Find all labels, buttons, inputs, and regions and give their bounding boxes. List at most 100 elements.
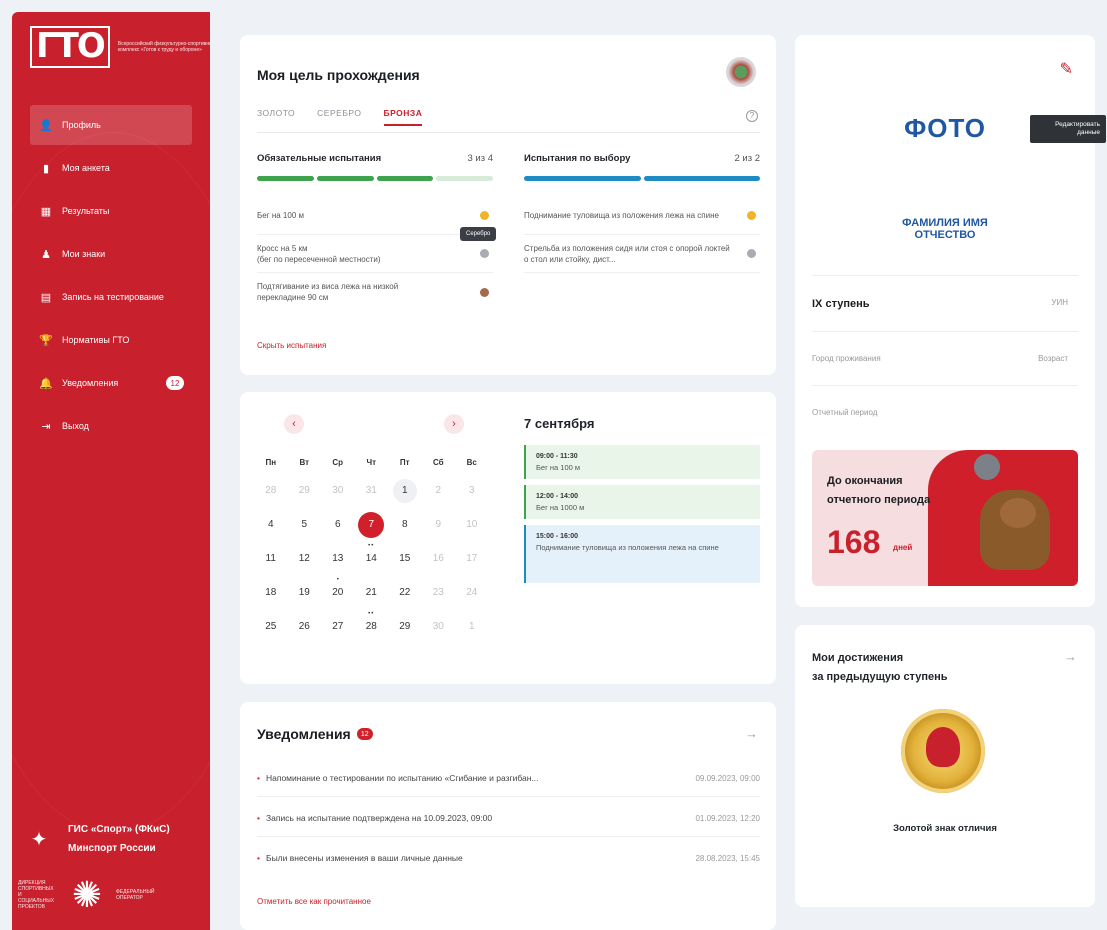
stage-label: IX ступень (812, 298, 870, 310)
test-row[interactable]: Стрельба из положения сидя или стоя с оп… (524, 235, 760, 273)
notification-text: Запись на испытание подтверждена на 10.0… (257, 800, 492, 836)
notification-row[interactable]: Запись на испытание подтверждена на 10.0… (257, 800, 760, 837)
event-card[interactable]: 12:00 - 14:00 Бег на 1000 м (524, 485, 760, 519)
logout-icon: ⇥ (41, 420, 51, 433)
calendar-day[interactable]: 6 (321, 508, 355, 542)
days-unit: дней (893, 543, 913, 552)
test-row[interactable]: Бег на 100 м (257, 197, 493, 235)
arrow-right-icon[interactable]: → (745, 726, 758, 741)
age-label: Возраст (1038, 354, 1068, 363)
event-card[interactable]: 15:00 - 16:00 Поднимание туловища из пол… (524, 525, 760, 583)
gold-badge-icon[interactable] (901, 709, 985, 793)
sidebar-item-testing-signup[interactable]: ▤ Запись на тестирование (30, 277, 192, 317)
calendar-day[interactable]: 29 (288, 474, 322, 508)
calendar-day-selected[interactable]: 7 (355, 508, 389, 563)
calendar-day[interactable]: 16 (422, 542, 456, 576)
tab-gold[interactable]: ЗОЛОТО (257, 108, 295, 126)
edit-icon[interactable]: ✎ (1060, 59, 1073, 79)
notifications-badge: 12 (356, 728, 373, 740)
gis-sport-block[interactable]: ✦ ГИС «Спорт» (ФКиС) Минспорт России (26, 820, 196, 858)
calendar-day[interactable]: 3 (455, 474, 489, 508)
tab-silver[interactable]: СЕРЕБРО (317, 108, 361, 126)
calendar-day[interactable]: 25 (254, 610, 288, 644)
medal-tooltip: Серебро (460, 227, 497, 241)
calendar-day[interactable]: 4 (254, 508, 288, 542)
directorate-logo-text: ДИРЕКЦИЯ СПОРТИВНЫХ И СОЦИАЛЬНЫХ ПРОЕКТО… (18, 880, 55, 910)
calendar-day[interactable]: 26 (288, 610, 322, 644)
help-icon[interactable]: ? (746, 110, 758, 122)
city-label: Город проживания (812, 354, 881, 363)
calendar-day[interactable]: 1 (455, 610, 489, 644)
test-row[interactable]: Подтягивание из виса лежа на низкой пере… (257, 273, 493, 311)
calendar-day[interactable]: 11 (254, 542, 288, 576)
calendar-day[interactable]: 2 (422, 474, 456, 508)
calendar-day-today[interactable]: 1 (388, 474, 422, 508)
calendar-day[interactable]: 8 (388, 508, 422, 542)
calendar-day[interactable]: 20 (321, 576, 355, 610)
profile-card: ✎ ФОТО ФАМИЛИЯ ИМЯ ОТЧЕСТВО IX ступень У… (795, 35, 1106, 607)
bell-icon: 🔔 (39, 377, 53, 390)
sidebar-item-notifications[interactable]: 🔔 Уведомления 12 (30, 363, 192, 403)
test-name: Подтягивание из виса лежа на низкой пере… (257, 282, 399, 302)
calendar-day[interactable]: 5 (288, 508, 322, 542)
sidebar: ГТО Всероссийский физкультурно-спортивны… (12, 12, 210, 930)
selected-date-title: 7 сентября (524, 416, 595, 431)
sidebar-item-label: Результаты (62, 206, 110, 216)
badge-center (926, 727, 960, 767)
name-line: ФАМИЛИЯ ИМЯ (902, 217, 988, 229)
period-line: До окончания (827, 475, 903, 487)
sidebar-item-label: Уведомления (62, 378, 119, 388)
notification-text: Напоминание о тестировании по испытанию … (257, 760, 539, 796)
calendar-day[interactable]: 23 (422, 576, 456, 610)
sidebar-item-questionnaire[interactable]: ▮ Моя анкета (30, 148, 192, 188)
sidebar-item-profile[interactable]: 👤 Профиль (30, 105, 192, 145)
calendar-day[interactable]: 30 (422, 610, 456, 644)
notification-row[interactable]: Были внесены изменения в ваши личные дан… (257, 840, 760, 877)
notification-row[interactable]: Напоминание о тестировании по испытанию … (257, 760, 760, 797)
calendar-day[interactable]: 28 (355, 610, 389, 644)
calendar-day[interactable]: 18 (254, 576, 288, 610)
test-row[interactable]: Кросс на 5 км (бег по пересеченной местн… (257, 235, 493, 273)
gto-logo[interactable]: ГТО Всероссийский физкультурно-спортивны… (30, 26, 210, 68)
uin-label: УИН (1051, 298, 1068, 307)
calendar-day[interactable]: 30 (321, 474, 355, 508)
calendar-day[interactable]: 21 (355, 576, 389, 631)
calendar-day[interactable]: 15 (388, 542, 422, 576)
calendar-day[interactable]: 22 (388, 576, 422, 610)
calendar-day[interactable]: 9 (422, 508, 456, 542)
silver-dot-icon (747, 249, 756, 258)
arrow-right-icon[interactable]: → (1064, 649, 1077, 664)
ministry-name: Минспорт России (68, 843, 156, 854)
notifications-title: Уведомления (257, 726, 351, 742)
calendar-day[interactable]: 17 (455, 542, 489, 576)
calendar-day[interactable]: 24 (455, 576, 489, 610)
calendar-day[interactable]: 27 (321, 610, 355, 644)
calendar-day[interactable]: 10 (455, 508, 489, 542)
event-card[interactable]: 09:00 - 11:30 Бег на 100 м (524, 445, 760, 479)
calendar-day[interactable]: 14 (355, 542, 389, 576)
tab-bronze[interactable]: БРОНЗА (383, 108, 423, 126)
sidebar-item-results[interactable]: ▦ Результаты (30, 191, 192, 231)
mark-all-read-link[interactable]: Отметить все как прочитанное (257, 897, 371, 906)
calendar-day[interactable]: 29 (388, 610, 422, 644)
sidebar-item-label: Мои знаки (62, 249, 106, 259)
trophy-icon: 🏆 (39, 334, 53, 347)
weekday: Ср (332, 458, 344, 467)
sidebar-item-standards[interactable]: 🏆 Нормативы ГТО (30, 320, 192, 360)
bear-head-icon (1000, 498, 1036, 528)
calendar-day[interactable]: 12 (288, 542, 322, 576)
sidebar-item-badges[interactable]: ♟ Мои знаки (30, 234, 192, 274)
prev-month-button[interactable]: ‹ (284, 414, 304, 434)
calendar-day[interactable]: 13 (321, 542, 355, 597)
optional-tests: Испытания по выбору 2 из 2 Поднимание ту… (524, 153, 760, 273)
sidebar-item-logout[interactable]: ⇥ Выход (30, 406, 192, 446)
calendar-day[interactable]: 31 (355, 474, 389, 508)
test-row[interactable]: Поднимание туловища из положения лежа на… (524, 197, 760, 235)
hide-tests-link[interactable]: Скрыть испытания (257, 341, 326, 350)
full-name: ФАМИЛИЯ ИМЯ ОТЧЕСТВО (795, 217, 1095, 241)
profile-row: Отчетный период (812, 385, 1078, 417)
calendar-day[interactable]: 28 (254, 474, 288, 508)
calendar-day[interactable]: 19 (288, 576, 322, 610)
silver-dot-icon (480, 249, 489, 258)
next-month-button[interactable]: › (444, 414, 464, 434)
